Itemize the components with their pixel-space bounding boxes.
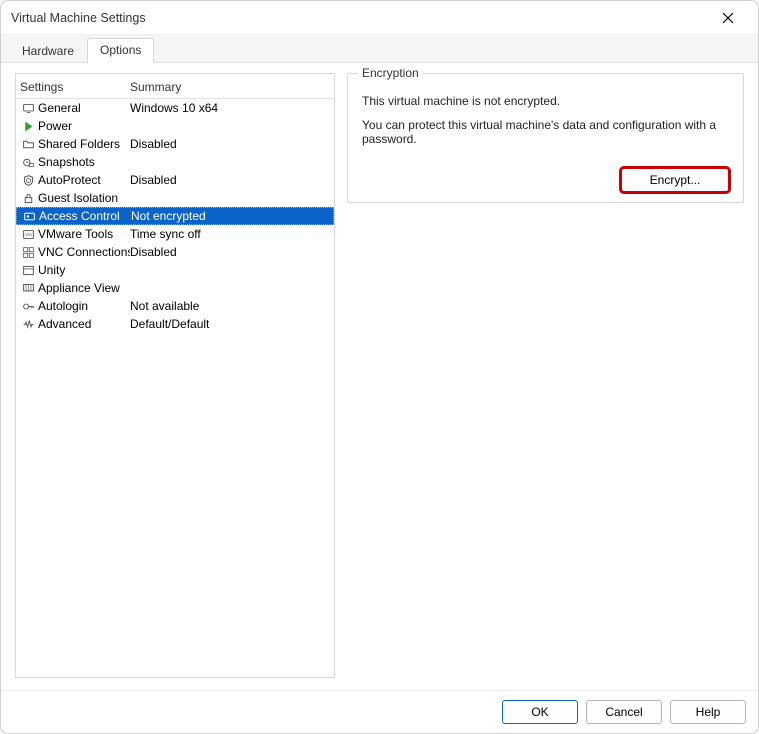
settings-list-header: Settings Summary bbox=[16, 74, 334, 99]
list-item-name: Access Control bbox=[39, 209, 131, 223]
detail-panel: Encryption This virtual machine is not e… bbox=[347, 73, 744, 678]
encrypt-button[interactable]: Encrypt... bbox=[621, 168, 729, 192]
list-item[interactable]: Guest Isolation bbox=[16, 189, 334, 207]
list-item-summary: Disabled bbox=[130, 245, 332, 259]
list-item[interactable]: AutoProtectDisabled bbox=[16, 171, 334, 189]
list-item[interactable]: Power bbox=[16, 117, 334, 135]
folder-icon bbox=[20, 138, 36, 151]
svg-text:vm: vm bbox=[25, 233, 31, 238]
list-item[interactable]: GeneralWindows 10 x64 bbox=[16, 99, 334, 117]
titlebar: Virtual Machine Settings bbox=[1, 1, 758, 35]
clock-camera-icon bbox=[20, 156, 36, 169]
monitor-icon bbox=[20, 102, 36, 115]
list-item[interactable]: Access ControlNot encrypted bbox=[16, 207, 334, 225]
list-item-name: Shared Folders bbox=[38, 137, 130, 151]
list-item-summary: Not encrypted bbox=[131, 209, 331, 223]
list-item-name: Guest Isolation bbox=[38, 191, 130, 205]
dialog-footer: OK Cancel Help bbox=[1, 691, 758, 733]
list-item-summary: Disabled bbox=[130, 137, 332, 151]
list-item[interactable]: Unity bbox=[16, 261, 334, 279]
tab-hardware[interactable]: Hardware bbox=[9, 39, 87, 63]
tab-bar: Hardware Options bbox=[1, 35, 758, 63]
list-item-name: Autologin bbox=[38, 299, 130, 313]
vm-box-icon: vm bbox=[20, 228, 36, 241]
list-item-name: Snapshots bbox=[38, 155, 130, 169]
list-item-name: Advanced bbox=[38, 317, 130, 331]
header-settings[interactable]: Settings bbox=[20, 80, 130, 94]
encryption-status-text: This virtual machine is not encrypted. bbox=[362, 94, 729, 108]
list-item-name: Power bbox=[38, 119, 130, 133]
list-item[interactable]: Shared FoldersDisabled bbox=[16, 135, 334, 153]
list-item-summary: Disabled bbox=[130, 173, 332, 187]
list-item-name: Unity bbox=[38, 263, 130, 277]
list-item-name: AutoProtect bbox=[38, 173, 130, 187]
encryption-hint-text: You can protect this virtual machine's d… bbox=[362, 118, 729, 146]
list-item-summary: Not available bbox=[130, 299, 332, 313]
list-item-summary: Time sync off bbox=[130, 227, 332, 241]
window-icon bbox=[20, 264, 36, 277]
cancel-button[interactable]: Cancel bbox=[586, 700, 662, 724]
help-button[interactable]: Help bbox=[670, 700, 746, 724]
list-item-summary: Default/Default bbox=[130, 317, 332, 331]
close-icon bbox=[722, 12, 734, 24]
list-item[interactable]: vm VMware ToolsTime sync off bbox=[16, 225, 334, 243]
key-icon bbox=[20, 300, 36, 313]
list-item[interactable]: Appliance View bbox=[16, 279, 334, 297]
settings-list-body[interactable]: GeneralWindows 10 x64PowerShared Folders… bbox=[16, 99, 334, 677]
list-item[interactable]: AdvancedDefault/Default bbox=[16, 315, 334, 333]
shield-clock-icon bbox=[20, 174, 36, 187]
monitor-grid-icon bbox=[20, 282, 36, 295]
list-item-name: General bbox=[38, 101, 130, 115]
keycard-icon bbox=[21, 210, 37, 223]
list-item-name: VMware Tools bbox=[38, 227, 130, 241]
grid-icon bbox=[20, 246, 36, 259]
vm-settings-window: Virtual Machine Settings Hardware Option… bbox=[0, 0, 759, 734]
tab-options[interactable]: Options bbox=[87, 38, 154, 63]
encryption-group-title: Encryption bbox=[358, 66, 423, 80]
play-icon bbox=[20, 120, 36, 133]
waveform-icon bbox=[20, 318, 36, 331]
window-title: Virtual Machine Settings bbox=[11, 11, 708, 25]
close-button[interactable] bbox=[708, 4, 748, 32]
list-item-summary: Windows 10 x64 bbox=[130, 101, 332, 115]
list-item-name: Appliance View bbox=[38, 281, 130, 295]
list-item[interactable]: AutologinNot available bbox=[16, 297, 334, 315]
list-item-name: VNC Connections bbox=[38, 245, 130, 259]
list-item[interactable]: VNC ConnectionsDisabled bbox=[16, 243, 334, 261]
lock-icon bbox=[20, 192, 36, 205]
list-item[interactable]: Snapshots bbox=[16, 153, 334, 171]
header-summary[interactable]: Summary bbox=[130, 80, 332, 94]
content-area: Settings Summary GeneralWindows 10 x64Po… bbox=[1, 63, 758, 691]
encryption-group: Encryption This virtual machine is not e… bbox=[347, 73, 744, 203]
ok-button[interactable]: OK bbox=[502, 700, 578, 724]
settings-list-panel: Settings Summary GeneralWindows 10 x64Po… bbox=[15, 73, 335, 678]
